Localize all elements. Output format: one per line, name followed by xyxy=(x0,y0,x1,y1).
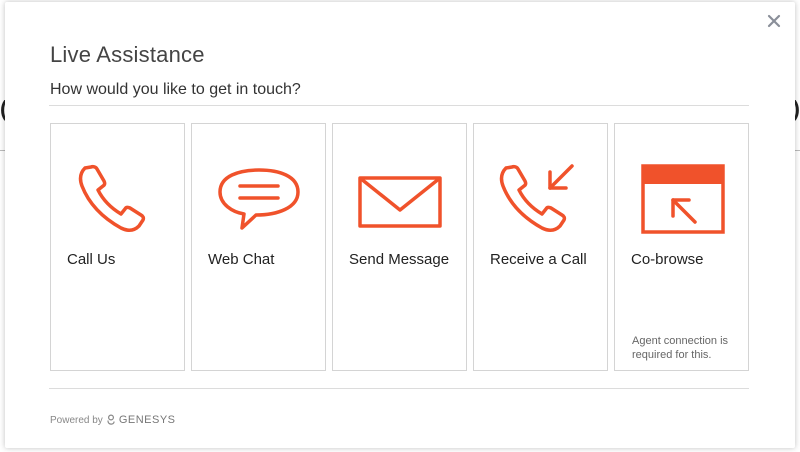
top-divider xyxy=(49,105,749,106)
option-label: Web Chat xyxy=(208,251,275,268)
option-co-browse[interactable]: Co-browse Agent connection is required f… xyxy=(614,123,749,371)
phone-icon xyxy=(78,164,146,232)
brand-name: GENESYS xyxy=(118,414,176,426)
option-label: Receive a Call xyxy=(490,251,587,268)
modal-subtitle: How would you like to get in touch? xyxy=(50,81,301,98)
close-button[interactable] xyxy=(765,12,783,30)
option-receive-a-call[interactable]: Receive a Call xyxy=(473,123,608,371)
modal-title: Live Assistance xyxy=(50,42,205,67)
option-label: Co-browse xyxy=(631,251,704,268)
chat-bubble-icon xyxy=(218,168,300,230)
genesys-logo-icon xyxy=(107,414,115,425)
live-assistance-modal: Live Assistance How would you like to ge… xyxy=(5,2,795,448)
incoming-call-icon xyxy=(499,164,574,232)
option-label: Send Message xyxy=(349,251,450,268)
option-web-chat[interactable]: Web Chat xyxy=(191,123,326,371)
powered-by-footer: Powered by GENESYS xyxy=(50,414,176,426)
contact-options: Call Us Web Chat Send Message Receive a … xyxy=(50,123,750,371)
option-call-us[interactable]: Call Us xyxy=(50,123,185,371)
cobrowse-window-icon xyxy=(641,164,725,234)
option-send-message[interactable]: Send Message xyxy=(332,123,467,371)
option-note: Agent connection is required for this. xyxy=(632,335,729,361)
bottom-divider xyxy=(49,388,749,389)
close-icon xyxy=(767,14,781,28)
powered-by-text: Powered by xyxy=(50,414,103,426)
option-label: Call Us xyxy=(67,251,116,268)
envelope-icon xyxy=(358,176,442,228)
